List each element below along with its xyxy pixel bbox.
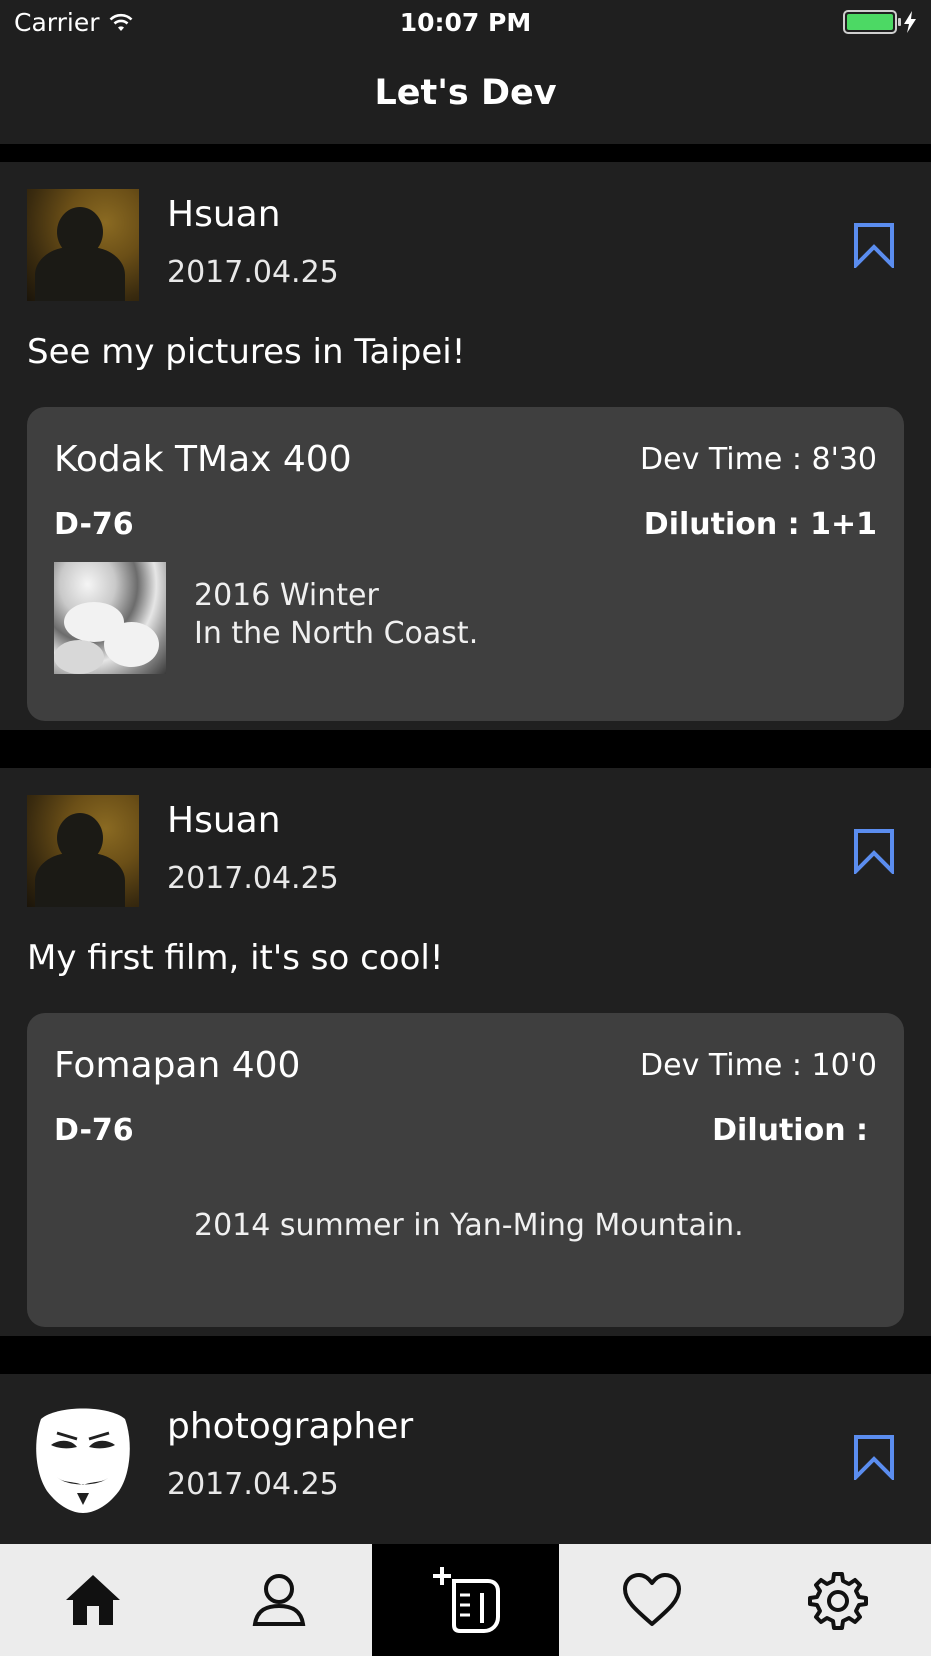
- battery-indicator: [843, 10, 917, 34]
- bookmark-icon[interactable]: [853, 222, 895, 268]
- heart-icon: [623, 1573, 681, 1626]
- post-card[interactable]: Hsuan 2017.04.25 My first film, it's so …: [0, 768, 931, 1336]
- post-date: 2017.04.25: [167, 861, 339, 896]
- post-date: 2017.04.25: [167, 1467, 339, 1502]
- post-card[interactable]: photographer 2017.04.25: [0, 1374, 931, 1544]
- dilution: Dilution : 1+1: [643, 507, 877, 542]
- dilution: Dilution :: [712, 1113, 868, 1148]
- user-avatar[interactable]: [27, 795, 139, 907]
- post-card[interactable]: Hsuan 2017.04.25 See my pictures in Taip…: [0, 162, 931, 730]
- description-line: In the North Coast.: [194, 616, 479, 651]
- post-username[interactable]: Hsuan: [167, 800, 281, 841]
- dev-time: Dev Time : 10'0: [640, 1048, 877, 1083]
- post-date: 2017.04.25: [167, 255, 339, 290]
- bookmark-icon[interactable]: [853, 1434, 895, 1480]
- status-time: 10:07 PM: [399, 8, 532, 37]
- developer-name: D-76: [54, 507, 134, 542]
- home-icon: [66, 1575, 120, 1625]
- battery-icon: [843, 10, 901, 34]
- mask-avatar-image: [36, 1408, 130, 1513]
- dev-time: Dev Time : 8'30: [640, 442, 877, 477]
- dev-record-card[interactable]: Kodak TMax 400 Dev Time : 8'30 D-76 Dilu…: [27, 407, 904, 721]
- add-record-icon: [432, 1567, 500, 1633]
- film-name: Kodak TMax 400: [54, 439, 352, 480]
- charging-bolt-icon: [904, 11, 916, 33]
- profile-icon: [252, 1574, 306, 1626]
- status-bar: Carrier 10:07 PM: [0, 0, 931, 46]
- record-description: 2014 summer in Yan-Ming Mountain.: [194, 1208, 744, 1243]
- photo-thumbnail[interactable]: [54, 562, 166, 674]
- film-name: Fomapan 400: [54, 1045, 301, 1086]
- tab-profile[interactable]: [186, 1544, 372, 1656]
- user-avatar[interactable]: [27, 189, 139, 301]
- post-feed[interactable]: Hsuan 2017.04.25 See my pictures in Taip…: [0, 144, 931, 1544]
- developer-name: D-76: [54, 1113, 134, 1148]
- tab-home[interactable]: [0, 1544, 186, 1656]
- user-avatar[interactable]: [27, 1401, 139, 1513]
- page-title: Let's Dev: [374, 73, 557, 113]
- post-username[interactable]: Hsuan: [167, 194, 281, 235]
- settings-gear-icon: [808, 1572, 868, 1630]
- navigation-bar: Let's Dev: [0, 46, 931, 144]
- post-caption: My first film, it's so cool!: [27, 938, 444, 978]
- description-line: 2016 Winter: [194, 578, 379, 613]
- bookmark-icon[interactable]: [853, 828, 895, 874]
- tab-bar: [0, 1544, 931, 1656]
- tab-settings[interactable]: [745, 1544, 931, 1656]
- dev-record-card[interactable]: Fomapan 400 Dev Time : 10'0 D-76 Dilutio…: [27, 1013, 904, 1327]
- tab-favorites[interactable]: [559, 1544, 745, 1656]
- battery-level-fill: [847, 14, 893, 30]
- post-username[interactable]: photographer: [167, 1406, 413, 1447]
- record-description: 2016 Winter In the North Coast.: [194, 577, 478, 653]
- tab-add-record[interactable]: [372, 1544, 559, 1656]
- post-caption: See my pictures in Taipei!: [27, 332, 466, 372]
